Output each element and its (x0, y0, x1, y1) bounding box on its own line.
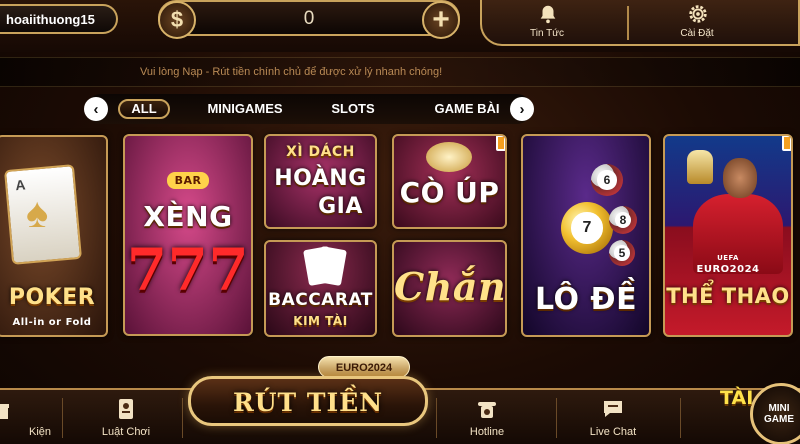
mini-game-tai: TÀI (720, 387, 754, 409)
username-display[interactable]: hoaiithuong15 (0, 4, 118, 34)
chevron-left-icon: ‹ (93, 100, 99, 118)
lottery-ball-icon: 5 (609, 240, 635, 266)
game-card-xi-dach[interactable]: XÌ DÁCH HOÀNG GIA (264, 134, 377, 229)
settings-label: Cài Đặt (680, 28, 714, 39)
xidach-line2: HOÀNG (274, 166, 367, 191)
xidach-line3: GIA (318, 194, 363, 219)
bell-icon (540, 5, 556, 24)
events-label: Kiện (28, 426, 52, 438)
lottery-ball-icon: 7 (561, 202, 613, 254)
balance-bar: $ 0 + (158, 0, 460, 39)
notice-marquee: Vui lòng Nạp - Rút tiền chính chủ để đượ… (0, 57, 800, 87)
tab-slots[interactable]: SLOTS (331, 99, 375, 119)
gift-icon (0, 404, 9, 419)
thethao-small-label: UEFA (717, 254, 739, 262)
euro2024-badge: EURO2024 (318, 356, 410, 378)
lottery-ball-icon: 8 (609, 206, 637, 234)
tab-game-bai[interactable]: GAME BÀI (431, 99, 503, 119)
notice-text: Vui lòng Nạp - Rút tiền chính chủ để đượ… (140, 66, 443, 78)
chess-piece-icon (426, 142, 472, 172)
nav-divider (436, 398, 437, 438)
thethao-title: THỂ THAO (666, 284, 790, 308)
nav-divider (62, 398, 63, 438)
balance-value: 0 (303, 8, 315, 29)
username-text: hoaiithuong15 (6, 11, 95, 27)
panel-divider (627, 6, 629, 40)
lottery-ball-icon: 6 (591, 164, 623, 196)
rules-label: Luật Chơi (101, 426, 151, 438)
settings-button[interactable]: Cài Đặt (642, 0, 752, 44)
poker-title: POKER (8, 285, 96, 310)
category-tabs: ‹ ALL MINIGAMES SLOTS GAME BÀI › (84, 94, 534, 124)
nav-divider (556, 398, 557, 438)
nav-hotline[interactable]: Hotline (442, 396, 532, 444)
gear-icon (689, 5, 707, 23)
tab-all[interactable]: ALL (118, 99, 170, 119)
thethao-badge: EURO2024 (696, 264, 760, 275)
player-head-image (723, 158, 757, 198)
poker-subtitle: All-in or Fold (12, 317, 92, 328)
game-card-xeng[interactable]: BAR XÈNG 777 (123, 134, 253, 336)
xeng-title: XÈNG (143, 200, 233, 233)
news-button[interactable]: Tin Tức (492, 0, 602, 44)
chat-label: Live Chat (589, 426, 637, 438)
telephone-icon (478, 402, 496, 418)
hotline-label: Hotline (469, 426, 505, 438)
tabs-next-button[interactable]: › (510, 97, 534, 121)
game-card-poker[interactable]: A ♠ POKER All-in or Fold (0, 135, 108, 337)
deposit-plus-button[interactable]: + (422, 1, 460, 39)
nav-divider (680, 398, 681, 438)
baccarat-subtitle: KIM TÀI (293, 314, 348, 328)
chevron-right-icon: › (519, 100, 525, 118)
hot-tag-icon (496, 136, 505, 151)
spade-icon: ♠ (26, 189, 49, 236)
rulebook-icon (119, 399, 133, 419)
nav-divider (182, 398, 183, 438)
xeng-number: 777 (126, 236, 250, 304)
coup-title: CÒ ÚP (399, 176, 500, 209)
baccarat-title: BACCARAT (268, 290, 373, 310)
game-card-baccarat[interactable]: BACCARAT KIM TÀI (264, 240, 377, 337)
xeng-bar-badge: BAR (125, 172, 251, 189)
chan-title: Chắn (394, 264, 507, 309)
tab-minigames[interactable]: MINIGAMES (204, 99, 286, 119)
playing-card-icon (315, 246, 347, 286)
mini-game-label: MINI GAME (764, 403, 794, 425)
top-bar: hoaiithuong15 $ 0 + Tin Tức Cài Đặt (0, 0, 800, 52)
header-right-panel: Tin Tức Cài Đặt (480, 0, 800, 46)
hot-tag-icon (782, 136, 791, 151)
news-label: Tin Tức (530, 28, 564, 39)
nav-live-chat[interactable]: Live Chat (568, 396, 658, 444)
xidach-line1: XÌ DÁCH (286, 144, 355, 160)
game-card-co-up[interactable]: CÒ ÚP (392, 134, 507, 229)
mini-game-button[interactable]: TÀI MINI GAME (716, 377, 800, 444)
game-card-the-thao[interactable]: UEFA EURO2024 THỂ THAO (663, 134, 793, 337)
nav-events[interactable]: Kiện (0, 396, 51, 444)
plus-icon: + (432, 3, 450, 36)
tabs-prev-button[interactable]: ‹ (84, 97, 108, 121)
withdraw-button[interactable]: RÚT TIỀN (188, 376, 428, 426)
player-image (693, 194, 783, 274)
chat-bubble-icon (604, 401, 622, 417)
nav-rules[interactable]: Luật Chơi (81, 396, 171, 444)
game-card-chan[interactable]: Chắn (392, 240, 507, 337)
lode-title: LÔ ĐỀ (534, 282, 638, 317)
game-card-lo-de[interactable]: 6 7 8 5 LÔ ĐỀ (521, 134, 651, 337)
trophy-icon (687, 150, 713, 184)
withdraw-label: RÚT TIỀN (232, 388, 384, 417)
